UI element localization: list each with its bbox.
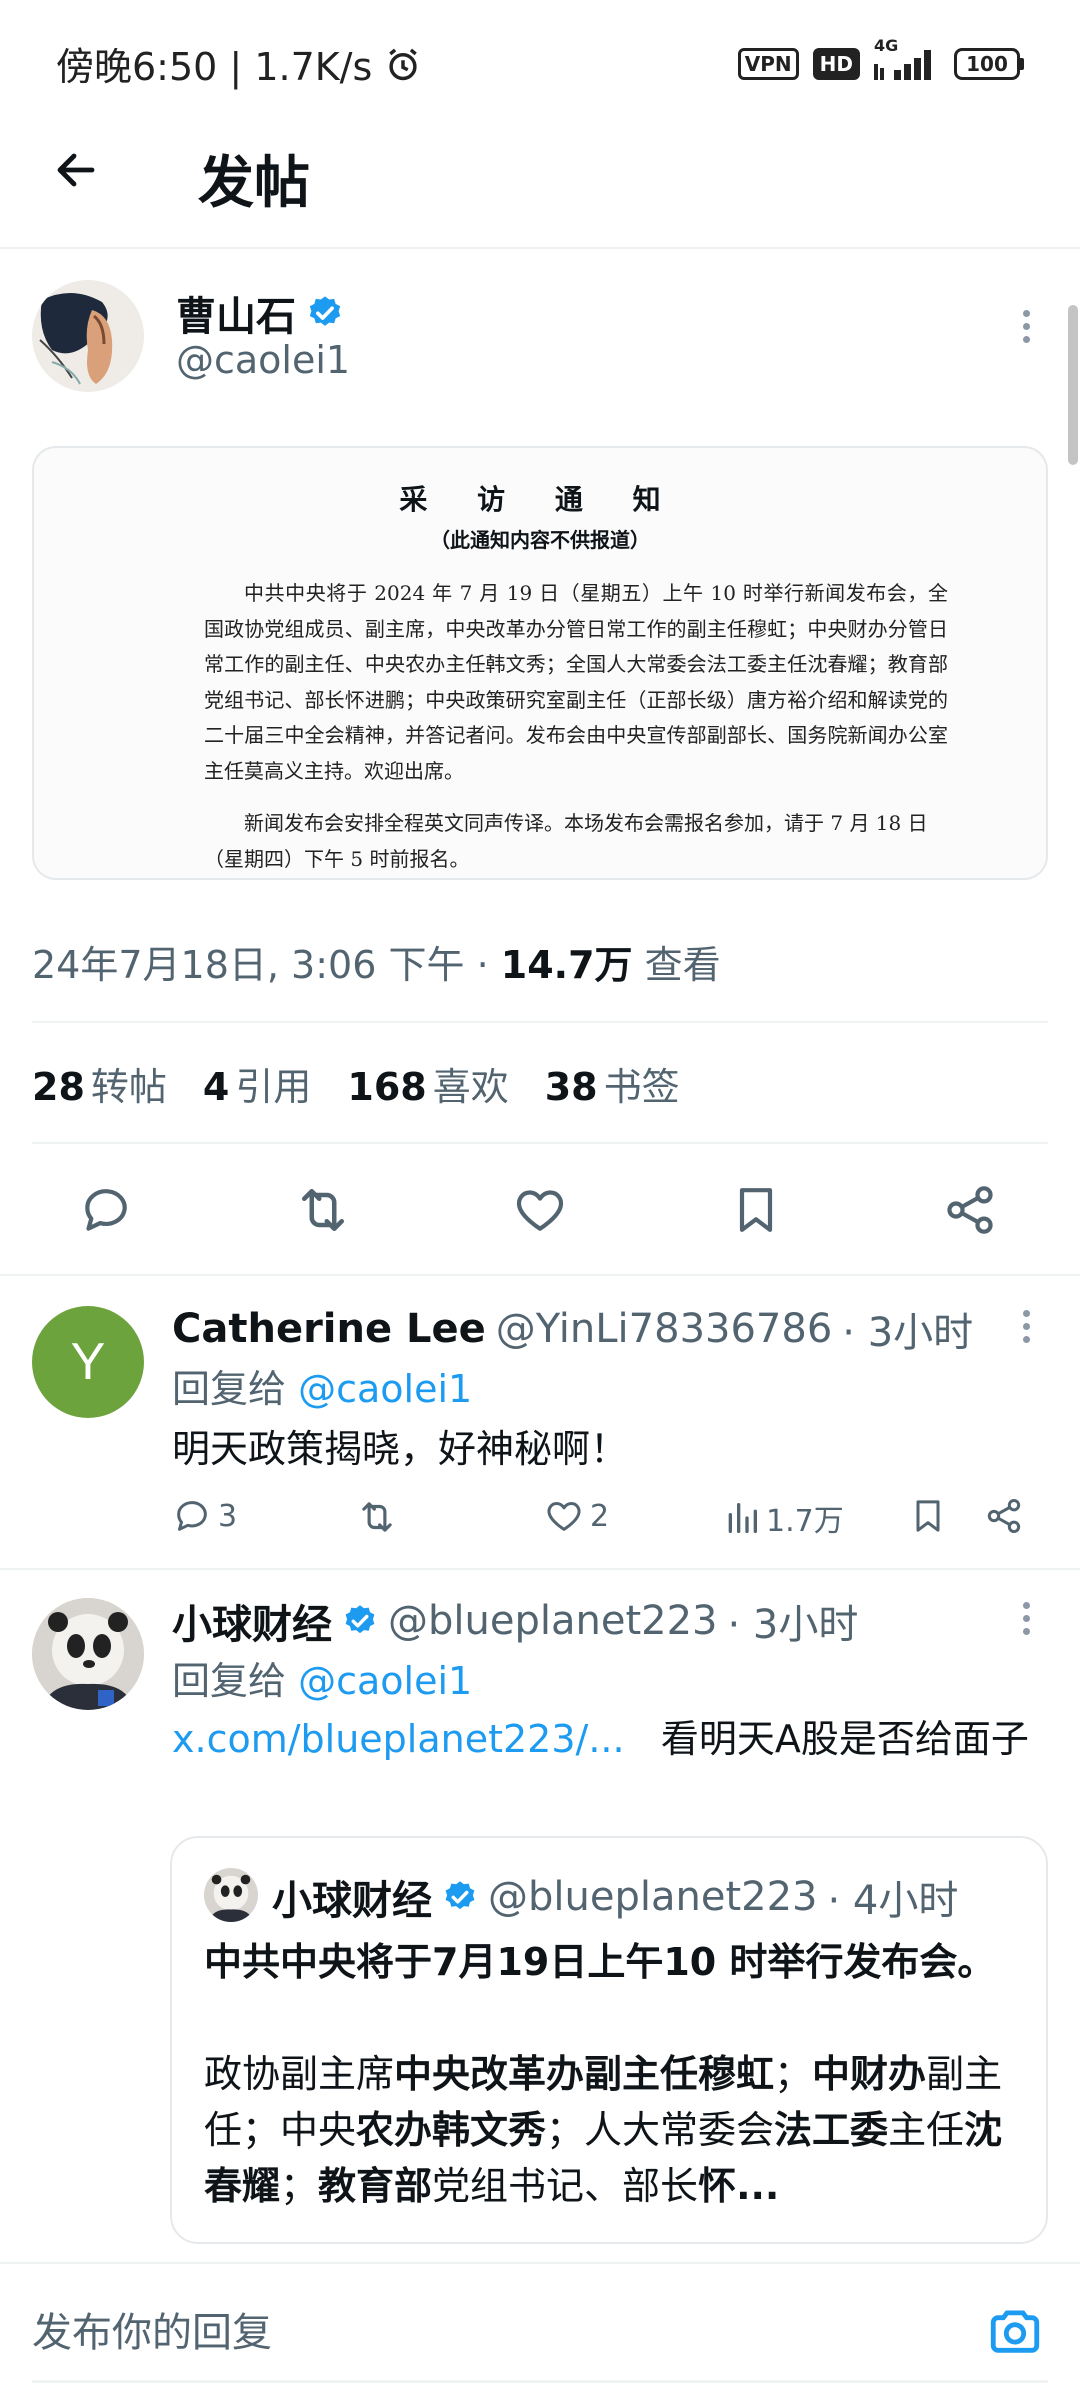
post-timestamp: 24年7月18日, 3:06 下午 xyxy=(32,943,465,987)
quote-header: 小球财经 @blueplanet223 · 4小时 xyxy=(272,1868,958,1926)
reply-text: 明天政策揭晓，好神秘啊！ xyxy=(172,1427,629,1471)
repost-button[interactable] xyxy=(356,1496,398,1538)
bookmark-button[interactable] xyxy=(908,1496,948,1536)
bookmark-icon xyxy=(728,1182,784,1238)
hd-icon: HD xyxy=(812,48,860,80)
author-handle[interactable]: @caolei1 xyxy=(176,338,350,382)
analytics-icon xyxy=(724,1498,760,1538)
notice-body-2: 新闻发布会安排全程英文同声传译。本场发布会需报名参加，请于 7 月 18 日（星… xyxy=(204,811,928,871)
stats-row: 28 转帖 4 引用 168 喜欢 38 书签 xyxy=(32,1056,680,1111)
comment-icon xyxy=(172,1496,212,1536)
page-title: 发帖 xyxy=(198,151,310,216)
post-image[interactable]: 采 访 通 知 （此通知内容不供报道） 中共中央将于 2024 年 7 月 19… xyxy=(32,446,1048,880)
reply-button[interactable] xyxy=(74,1178,138,1242)
divider xyxy=(32,1142,1048,1144)
repost-icon xyxy=(293,1180,353,1240)
reply-time: · 3小时 xyxy=(727,1602,859,1648)
back-arrow-icon xyxy=(52,146,100,194)
share-button[interactable] xyxy=(938,1178,1002,1242)
battery-icon: 100 xyxy=(954,48,1024,80)
network-speed: 1.7K/s xyxy=(254,45,373,89)
heart-icon xyxy=(512,1182,568,1238)
divider xyxy=(0,1274,1080,1276)
status-bar: 傍晚6:50 | 1.7K/s VPN HD 4G 100 xyxy=(0,0,1080,120)
camera-icon xyxy=(986,2302,1044,2360)
reply-to-link[interactable]: @caolei1 xyxy=(298,1367,472,1411)
views-button[interactable]: 1.7万 xyxy=(724,1496,844,1540)
reply-author-handle[interactable]: @blueplanet223 xyxy=(388,1598,717,1644)
notice-body: 中共中央将于 2024 年 7 月 19 日（星期五）上午 10 时举行新闻发布… xyxy=(204,581,948,783)
verified-badge-icon xyxy=(342,1603,378,1639)
divider xyxy=(32,1021,1048,1023)
reply-avatar[interactable]: Y xyxy=(32,1306,144,1418)
quote-time: · 4小时 xyxy=(827,1878,959,1924)
signal-icon: 4G xyxy=(874,36,940,82)
quoted-post[interactable]: 小球财经 @blueplanet223 · 4小时 中共中央将于7月19日上午1… xyxy=(170,1836,1048,2244)
divider xyxy=(0,247,1080,249)
notice-subtitle: （此通知内容不供报道） xyxy=(430,528,650,552)
divider xyxy=(32,2380,1048,2383)
reply-text: x.com/blueplanet223/... 看明天A股是否给面子 xyxy=(172,1717,1029,1761)
author-name[interactable]: 曹山石 xyxy=(176,284,344,342)
share-icon xyxy=(984,1496,1024,1536)
quote-author-name: 小球财经 xyxy=(272,1878,432,1924)
reply-author-handle[interactable]: @YinLi78336786 xyxy=(496,1306,832,1352)
alarm-icon xyxy=(384,46,422,84)
bookmark-icon xyxy=(908,1496,948,1536)
status-time: 傍晚6:50 | 1.7K/s xyxy=(56,36,422,91)
heart-icon xyxy=(544,1496,584,1536)
quotes-stat[interactable]: 4 引用 xyxy=(203,1056,311,1111)
divider xyxy=(0,1568,1080,1570)
more-options-icon[interactable] xyxy=(1006,306,1046,346)
reply-time: · 3小时 xyxy=(842,1310,974,1356)
reply-link[interactable]: x.com/blueplanet223/... xyxy=(172,1717,625,1761)
verified-badge-icon xyxy=(306,294,344,332)
quote-author-handle: @blueplanet223 xyxy=(488,1874,818,1920)
comment-icon xyxy=(78,1182,134,1238)
notice-title: 采 访 通 知 xyxy=(399,483,681,516)
reposts-stat[interactable]: 28 转帖 xyxy=(32,1056,167,1111)
repost-button[interactable] xyxy=(291,1178,355,1242)
like-button[interactable]: 2 xyxy=(544,1496,609,1536)
likes-stat[interactable]: 168 喜欢 xyxy=(347,1056,508,1111)
reply-author-name[interactable]: 小球财经 xyxy=(172,1592,332,1650)
scrollbar[interactable] xyxy=(1068,305,1078,465)
more-options-icon[interactable] xyxy=(1006,1306,1046,1346)
quote-body: 政协副主席中央改革办副主任穆虹；中财办副主任；中央农办韩文秀；人大常委会法工委主… xyxy=(204,2052,1003,2208)
camera-button[interactable] xyxy=(982,2298,1048,2364)
bookmarks-stat[interactable]: 38 书签 xyxy=(545,1056,680,1111)
bookmark-button[interactable] xyxy=(724,1178,788,1242)
verified-badge-icon xyxy=(442,1879,478,1915)
reply-avatar[interactable] xyxy=(32,1598,144,1710)
author-avatar[interactable] xyxy=(32,280,144,392)
avatar-letter: Y xyxy=(70,1333,106,1391)
views-count: 14.7万 xyxy=(500,943,633,987)
post-meta: 24年7月18日, 3:06 下午 · 14.7万 查看 xyxy=(32,943,721,987)
views-label: 查看 xyxy=(644,943,721,987)
quote-avatar xyxy=(204,1868,258,1922)
reply-to-line: 回复给 @caolei1 xyxy=(172,1367,473,1411)
like-button[interactable] xyxy=(508,1178,572,1242)
share-button[interactable] xyxy=(984,1496,1024,1536)
share-icon xyxy=(942,1182,998,1238)
vpn-icon: VPN xyxy=(737,48,799,80)
quote-headline: 中共中央将于7月19日上午10 时举行发布会。 xyxy=(204,1940,996,1984)
back-button[interactable] xyxy=(36,130,116,210)
reply-count-button[interactable]: 3 xyxy=(172,1496,237,1536)
reply-header: 小球财经 @blueplanet223 · 3小时 xyxy=(172,1592,858,1650)
more-options-icon[interactable] xyxy=(1006,1598,1046,1638)
repost-icon xyxy=(356,1496,398,1538)
reply-input[interactable]: 发布你的回复 xyxy=(32,2300,272,2358)
reply-to-link[interactable]: @caolei1 xyxy=(298,1659,472,1703)
reply-to-line: 回复给 @caolei1 xyxy=(172,1659,473,1703)
reply-author-name[interactable]: Catherine Lee xyxy=(172,1306,486,1352)
reply-header: Catherine Lee @YinLi78336786 · 3小时 xyxy=(172,1300,973,1358)
